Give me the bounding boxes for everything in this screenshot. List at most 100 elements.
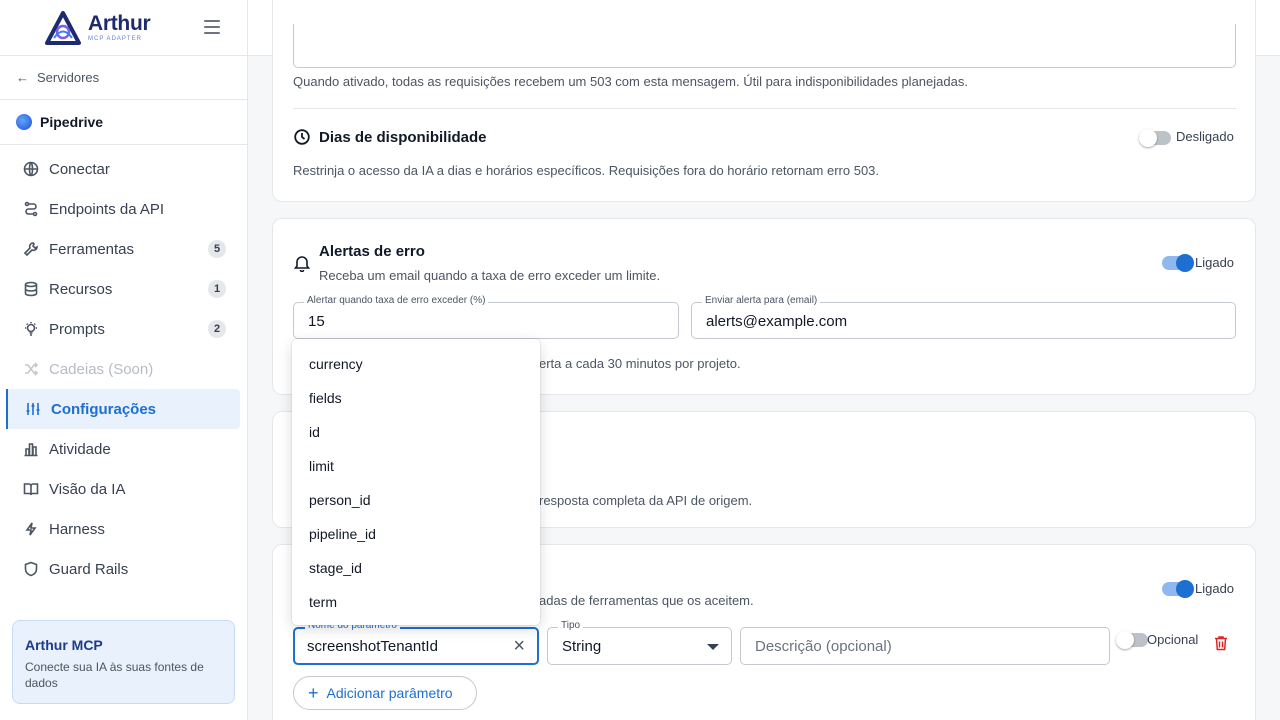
bar-chart-icon	[22, 440, 40, 458]
promo-title: Arthur MCP	[25, 637, 103, 653]
sidebar-item-configuracoes[interactable]: Configurações	[6, 389, 240, 429]
brand-subtitle: MCP ADAPTER	[88, 36, 142, 42]
sidebar-item-endpoints[interactable]: Endpoints da API	[0, 189, 240, 229]
maintenance-message-field[interactable]	[293, 24, 1236, 68]
dropdown-option[interactable]: stage_id	[292, 551, 540, 585]
params-toggle-label: Ligado	[1195, 581, 1235, 596]
globe-icon	[22, 160, 40, 178]
sidebar-item-conectar[interactable]: Conectar	[0, 149, 240, 189]
dropdown-option[interactable]: person_id	[292, 483, 540, 517]
back-label: Servidores	[37, 70, 100, 85]
current-server: Pipedrive	[0, 100, 247, 145]
availability-toggle[interactable]	[1139, 129, 1171, 147]
alerts-title: Alertas de erro	[319, 243, 425, 260]
hamburger-menu-icon[interactable]	[204, 20, 220, 34]
sidebar-item-label: Prompts	[49, 320, 105, 338]
brand-name: Arthur	[88, 12, 151, 35]
promo-text: Conecte sua IA às suas fontes de dados	[25, 660, 204, 690]
param-type-value: String	[562, 638, 602, 655]
add-parameter-label: Adicionar parâmetro	[326, 685, 453, 701]
threshold-label: Alertar quando taxa de erro exceder (%)	[304, 295, 489, 306]
sidebar-item-ferramentas[interactable]: Ferramentas 5	[0, 229, 240, 269]
sidebar-item-label: Ferramentas	[49, 240, 135, 258]
param-type-label: Tipo	[558, 620, 584, 631]
availability-title: Dias de disponibilidade	[319, 129, 487, 146]
params-toggle[interactable]	[1162, 580, 1194, 598]
harness-icon	[22, 520, 40, 538]
lightbulb-icon	[22, 320, 40, 338]
sidebar-item-label: Cadeias (Soon)	[49, 360, 154, 378]
dropdown-option[interactable]: fields	[292, 381, 540, 415]
param-description-field[interactable]: Descrição (opcional)	[740, 627, 1110, 665]
route-icon	[22, 200, 40, 218]
server-name: Pipedrive	[40, 114, 104, 130]
sidebar-item-harness[interactable]: Harness	[0, 509, 240, 549]
back-to-servers-link[interactable]: ← Servidores	[0, 56, 247, 100]
availability-toggle-label: Desligado	[1176, 129, 1234, 144]
param-type-select[interactable]: Tipo String	[547, 620, 732, 665]
dropdown-option[interactable]: id	[292, 415, 540, 449]
sidebar-item-label: Conectar	[49, 160, 110, 178]
sidebar-item-prompts[interactable]: Prompts 2	[0, 309, 240, 349]
count-badge: 1	[208, 280, 226, 298]
chevron-down-icon	[707, 644, 719, 650]
wrench-icon	[22, 240, 40, 258]
dropdown-option[interactable]: pipeline_id	[292, 517, 540, 551]
maintenance-availability-card: Quando ativado, todas as requisições rec…	[272, 0, 1256, 202]
count-badge: 2	[208, 320, 226, 338]
sidebar: Arthur MCP ADAPTER ← Servidores Pipedriv…	[0, 0, 248, 720]
alert-email-field[interactable]: Enviar alerta para (email) alerts@exampl…	[691, 295, 1236, 339]
param-optional-label: Opcional	[1147, 632, 1199, 647]
plus-icon: +	[308, 683, 319, 703]
email-label: Enviar alerta para (email)	[702, 295, 821, 306]
trash-icon[interactable]	[1214, 635, 1228, 651]
database-icon	[22, 280, 40, 298]
sidebar-item-visao-ia[interactable]: Visão da IA	[0, 469, 240, 509]
alerts-toggle[interactable]	[1162, 254, 1194, 272]
threshold-value: 15	[308, 313, 325, 330]
brand-text: Arthur MCP ADAPTER	[88, 12, 151, 42]
alerts-subtitle: Receba um email quando a taxa de erro ex…	[319, 268, 661, 283]
dropdown-option[interactable]: currency	[292, 347, 540, 381]
sidebar-item-label: Atividade	[49, 440, 111, 458]
shield-icon	[22, 560, 40, 578]
brand-header: Arthur MCP ADAPTER	[0, 0, 247, 56]
count-badge: 5	[208, 240, 226, 258]
shuffle-icon	[22, 360, 40, 378]
response-help-fragment: resposta completa da API de origem.	[539, 493, 753, 508]
dropdown-option[interactable]: limit	[292, 449, 540, 483]
param-name-value: screenshotTenantId	[307, 638, 438, 655]
sliders-icon	[24, 400, 42, 418]
promo-card: Arthur MCP Conecte sua IA às suas fontes…	[12, 620, 235, 704]
bell-icon	[294, 256, 310, 272]
error-threshold-field[interactable]: Alertar quando taxa de erro exceder (%) …	[293, 295, 679, 339]
param-optional-toggle[interactable]	[1116, 631, 1148, 649]
sidebar-item-atividade[interactable]: Atividade	[0, 429, 240, 469]
sidebar-item-label: Harness	[49, 520, 105, 538]
dropdown-option[interactable]: term	[292, 585, 540, 619]
sidebar-item-label: Visão da IA	[49, 480, 126, 498]
arthur-logo	[45, 10, 81, 45]
email-value: alerts@example.com	[706, 313, 848, 330]
availability-help-text: Restrinja o acesso da IA a dias e horári…	[293, 163, 880, 178]
alerts-toggle-label: Ligado	[1195, 255, 1235, 270]
add-parameter-button[interactable]: + Adicionar parâmetro	[293, 676, 477, 710]
sidebar-item-label: Guard Rails	[49, 560, 129, 578]
params-help-fragment: adas de ferramentas que os aceitem.	[539, 593, 754, 608]
param-name-field[interactable]: Nome do parâmetro screenshotTenantId ×	[293, 620, 539, 665]
sidebar-item-cadeias: Cadeias (Soon)	[0, 349, 240, 389]
sidebar-item-label: Recursos	[49, 280, 113, 298]
sidebar-nav: Conectar Endpoints da API Ferramentas 5 …	[0, 145, 247, 589]
sidebar-item-label: Endpoints da API	[49, 200, 165, 218]
sidebar-item-label: Configurações	[51, 400, 157, 418]
sidebar-item-guard-rails[interactable]: Guard Rails	[0, 549, 240, 589]
clear-icon[interactable]: ×	[513, 635, 525, 658]
param-description-placeholder: Descrição (opcional)	[755, 638, 892, 655]
book-icon	[22, 480, 40, 498]
arrow-left-icon: ←	[16, 70, 29, 85]
divider	[293, 108, 1236, 109]
sidebar-item-recursos[interactable]: Recursos 1	[0, 269, 240, 309]
param-name-dropdown: currency fields id limit person_id pipel…	[292, 339, 540, 625]
server-globe-icon	[16, 114, 32, 130]
maintenance-help-text: Quando ativado, todas as requisições rec…	[293, 74, 968, 89]
